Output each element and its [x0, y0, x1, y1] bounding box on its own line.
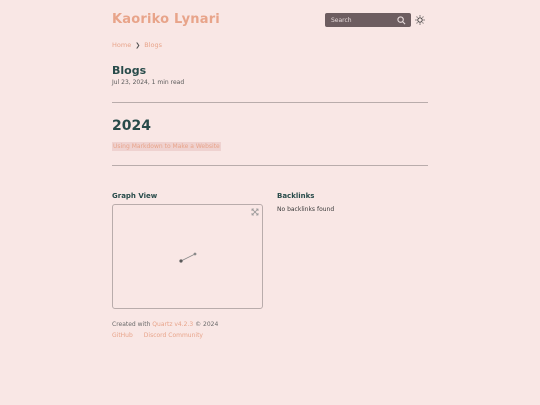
graph-canvas[interactable]	[113, 205, 264, 310]
breadcrumb-separator: ❯	[135, 41, 141, 49]
sun-icon[interactable]	[415, 15, 425, 25]
divider	[112, 102, 428, 103]
footer-created-prefix: Created with	[112, 321, 153, 328]
graph-node[interactable]	[179, 259, 183, 263]
breadcrumb-home-link[interactable]: Home	[112, 41, 131, 49]
breadcrumb: Home ❯ Blogs	[112, 41, 162, 49]
page-meta: Jul 23, 2024, 1 min read	[112, 79, 185, 86]
breadcrumb-current[interactable]: Blogs	[144, 41, 162, 49]
year-heading: 2024	[112, 118, 151, 134]
page-title: Blogs	[112, 64, 147, 77]
footer-credit: Created with Quartz v4.2.3 © 2024	[112, 321, 218, 328]
graph-view-title: Graph View	[112, 192, 158, 200]
search-placeholder: Search	[331, 16, 352, 24]
backlinks-empty-text: No backlinks found	[277, 206, 335, 213]
graph-view[interactable]	[112, 204, 263, 309]
divider	[112, 165, 428, 166]
graph-node[interactable]	[193, 252, 197, 256]
footer-year: © 2024	[193, 321, 219, 328]
quartz-link[interactable]: Quartz v4.2.3	[152, 321, 193, 328]
search-icon	[397, 15, 406, 24]
github-link[interactable]: GitHub	[112, 332, 133, 339]
site-title[interactable]: Kaoriko Lynari	[112, 12, 220, 27]
graph-edge	[180, 253, 196, 262]
search-bar[interactable]: Search	[325, 13, 411, 27]
post-link[interactable]: Using Markdown to Make a Website	[112, 142, 221, 151]
backlinks-title: Backlinks	[277, 192, 315, 200]
footer-links: GitHub Discord Community	[112, 332, 203, 339]
discord-link[interactable]: Discord Community	[144, 332, 203, 339]
